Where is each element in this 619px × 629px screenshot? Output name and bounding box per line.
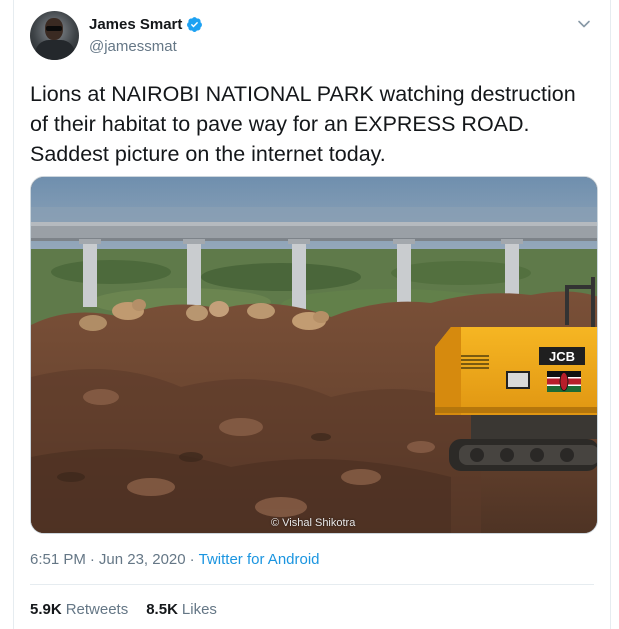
- retweets-count: 5.9K: [30, 601, 62, 618]
- tweet-meta: 6:51 PM · Jun 23, 2020 · Twitter for And…: [30, 551, 320, 568]
- avatar[interactable]: [30, 11, 79, 60]
- retweets-stat[interactable]: 5.9K Retweets: [30, 601, 128, 618]
- avatar-sunglasses: [46, 26, 62, 31]
- divider: [30, 584, 594, 585]
- tweet-photo[interactable]: JCB © Vishal Shikotra: [30, 176, 598, 534]
- likes-stat[interactable]: 8.5K Likes: [146, 601, 217, 618]
- tweet-text: Lions at NAIROBI NATIONAL PARK watching …: [30, 82, 576, 166]
- meta-separator: ·: [189, 551, 195, 568]
- tweet-client-link[interactable]: Twitter for Android: [199, 551, 320, 568]
- railway-bridge-deck: [31, 225, 597, 239]
- kenya-flag-decal: [547, 371, 581, 392]
- author-handle[interactable]: @jamessmat: [89, 38, 177, 55]
- tweet-card[interactable]: James Smart @jamessmat Lions at NAIROBI …: [13, 0, 611, 629]
- author-name-row[interactable]: James Smart: [89, 16, 203, 33]
- photo-scene: JCB: [31, 177, 597, 533]
- jcb-logo-text: JCB: [549, 349, 575, 364]
- tweet-stats: 5.9K Retweets 8.5K Likes: [30, 601, 217, 618]
- meta-separator: ·: [89, 551, 95, 568]
- author-display-name[interactable]: James Smart: [89, 16, 182, 33]
- chevron-down-icon[interactable]: [574, 14, 594, 34]
- photo-credit: © Vishal Shikotra: [271, 517, 356, 529]
- tweet-time[interactable]: 6:51 PM: [30, 551, 86, 568]
- likes-count: 8.5K: [146, 601, 178, 618]
- verified-badge-icon: [186, 16, 203, 33]
- likes-label: Likes: [181, 601, 217, 618]
- avatar-jacket: [35, 40, 75, 60]
- retweets-label: Retweets: [65, 601, 129, 618]
- tweet-date[interactable]: Jun 23, 2020: [99, 551, 186, 568]
